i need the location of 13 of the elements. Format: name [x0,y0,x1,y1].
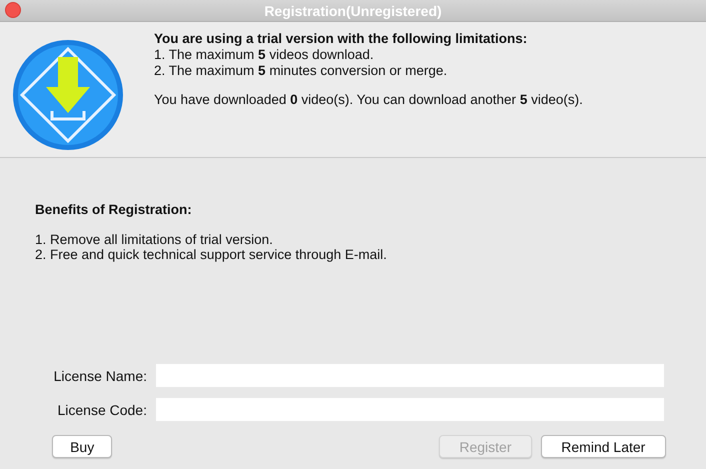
field-label: License Code: [56,402,147,418]
dialog-button[interactable]: Remind Later [540,435,666,458]
benefit-text: 1. Remove all limitations of trial version. [35,232,274,247]
close-button[interactable] [5,2,21,18]
limitation-text: 1. The maximum 5 videos download. [154,47,375,63]
dialog-button[interactable]: Buy [52,435,112,458]
limitation-text: 2. The maximum 5 minutes conversion or merge. [154,63,448,79]
window-title: Registration(Unregistered) [264,2,442,18]
trial-heading: You are using a trial version with the following limitations: [154,31,528,47]
field-label: License Name: [52,368,147,384]
benefits-heading: Benefits of Registration: [35,202,193,217]
benefit-text: 2. Free and quick technical support service through E-mail. [35,247,388,262]
download-status-text: You have downloaded 0 video(s). You can download another 5 video(s). [154,92,583,108]
